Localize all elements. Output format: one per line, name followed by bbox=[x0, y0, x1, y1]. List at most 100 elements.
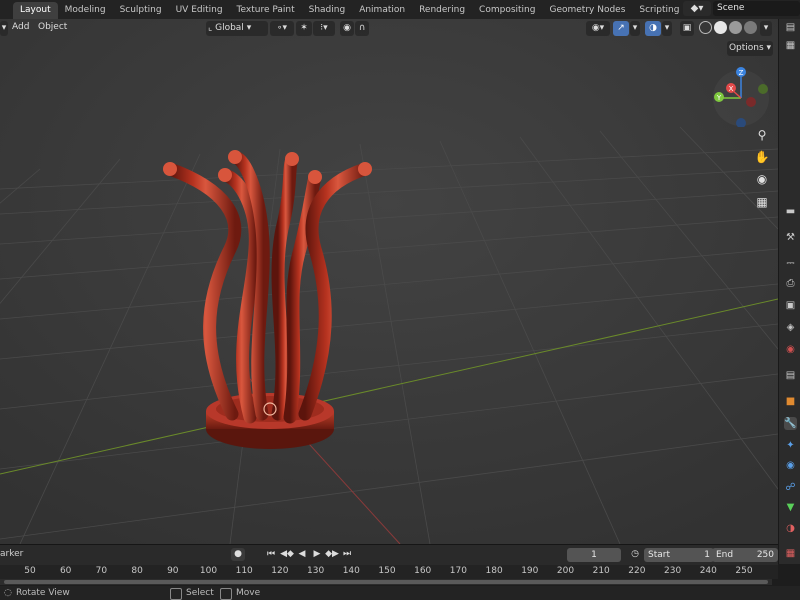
tab-scripting[interactable]: Scripting bbox=[632, 2, 686, 19]
xray-toggle-icon[interactable]: ▣ bbox=[680, 21, 694, 36]
pan-hand-icon[interactable]: ✋ bbox=[752, 147, 772, 167]
overlays-toggle-icon[interactable]: ◑ bbox=[645, 21, 661, 36]
falloff-icon[interactable]: ∩ bbox=[355, 21, 369, 36]
collection-properties-icon[interactable]: ▤ bbox=[784, 369, 797, 382]
ruler-tick-label: 220 bbox=[628, 566, 646, 576]
tab-sculpting[interactable]: Sculpting bbox=[113, 2, 169, 19]
chevron-down-icon: ▾ bbox=[246, 23, 252, 33]
object-properties-icon[interactable]: ■ bbox=[784, 395, 797, 408]
gizmo-x-label: X bbox=[729, 85, 734, 93]
tab-animation[interactable]: Animation bbox=[352, 2, 412, 19]
ruler-tick-label: 50 bbox=[24, 566, 36, 576]
add-menu[interactable]: Add bbox=[12, 22, 29, 32]
ruler-tick-label: 190 bbox=[521, 566, 539, 576]
scrollbar-thumb[interactable] bbox=[4, 580, 768, 584]
viewport-canvas bbox=[0, 19, 778, 544]
ruler-tick-label: 110 bbox=[235, 566, 253, 576]
start-frame-field[interactable]: Start 1 bbox=[644, 548, 714, 562]
tab-texture-paint[interactable]: Texture Paint bbox=[230, 2, 302, 19]
play-reverse-icon[interactable]: ◀ bbox=[295, 548, 309, 561]
ruler-tick-label: 250 bbox=[735, 566, 753, 576]
constraints-properties-icon[interactable]: ☍ bbox=[784, 481, 797, 494]
status-rotate-view: Rotate View bbox=[16, 588, 70, 598]
jump-keyframe-forward-icon[interactable]: ◆▶ bbox=[325, 548, 339, 561]
tool-properties-icon[interactable]: ⚒ bbox=[784, 231, 797, 244]
overlays-dropdown-icon[interactable]: ▾ bbox=[662, 21, 672, 36]
ruler-tick-label: 90 bbox=[167, 566, 179, 576]
play-icon[interactable]: ▶ bbox=[310, 548, 324, 561]
gizmo-toggle-icon[interactable]: ↗ bbox=[613, 21, 629, 36]
status-select: Select bbox=[186, 588, 214, 598]
tab-compositing[interactable]: Compositing bbox=[472, 2, 542, 19]
properties-header-icon[interactable]: ▬ bbox=[784, 205, 797, 218]
ruler-tick-label: 170 bbox=[449, 566, 467, 576]
pivot-point-dropdown[interactable]: ∘▾ bbox=[270, 21, 294, 36]
object-menu[interactable]: Object bbox=[38, 22, 67, 32]
render-properties-icon[interactable]: ⎓ bbox=[784, 257, 797, 270]
frame-ruler[interactable]: 50 60 70 80 90 100 110 120 130 140 150 160 170 180 190… bbox=[0, 565, 778, 579]
marker-menu[interactable]: arker bbox=[0, 549, 23, 559]
tab-geometry-nodes[interactable]: Geometry Nodes bbox=[542, 2, 632, 19]
world-properties-icon[interactable]: ◉ bbox=[784, 343, 797, 356]
ruler-tick-label: 200 bbox=[556, 566, 575, 576]
transform-orientation-dropdown[interactable]: ⌞ Global ▾ bbox=[206, 21, 268, 36]
gizmo-neg-x-axis[interactable] bbox=[746, 97, 756, 107]
perspective-grid-icon[interactable]: ▦ bbox=[752, 192, 772, 212]
material-properties-icon[interactable]: ◑ bbox=[784, 522, 797, 535]
outliner-toggle-icon[interactable]: ▦ bbox=[784, 39, 797, 52]
end-frame-field[interactable]: End 250 bbox=[712, 548, 778, 562]
jump-keyframe-back-icon[interactable]: ◀◆ bbox=[280, 548, 294, 561]
physics-properties-icon[interactable]: ◉ bbox=[784, 459, 797, 472]
scene-name-field[interactable]: Scene bbox=[713, 1, 800, 16]
tab-shading[interactable]: Shading bbox=[302, 2, 353, 19]
gizmo-dropdown-icon[interactable]: ▾ bbox=[630, 21, 640, 36]
output-properties-icon[interactable]: ⎙ bbox=[784, 277, 797, 290]
view-layer-properties-icon[interactable]: ▣ bbox=[784, 299, 797, 312]
snap-target-dropdown[interactable]: ⁝▾ bbox=[313, 21, 335, 36]
scene-selector[interactable]: ◆▾ Scene bbox=[683, 1, 800, 16]
outliner-filter-icon[interactable]: ▤ bbox=[784, 21, 797, 34]
tab-modeling[interactable]: Modeling bbox=[58, 2, 113, 19]
visibility-dropdown[interactable]: ◉▾ bbox=[586, 21, 610, 36]
data-properties-icon[interactable]: ▼ bbox=[784, 501, 797, 514]
material-shading-icon[interactable] bbox=[729, 21, 742, 34]
current-frame-field[interactable]: 1 bbox=[567, 548, 621, 562]
properties-tab-column: ▤ ▦ ▬ ⚒ ⎓ ⎙ ▣ ◈ ◉ ▤ ■ 🔧 ✦ ◉ ☍ ▼ ◑ ▦ bbox=[778, 19, 800, 564]
zoom-icon[interactable]: ⚲ bbox=[752, 125, 772, 145]
proportional-edit-icon[interactable]: ◉ bbox=[340, 21, 354, 36]
scene-properties-icon[interactable]: ◈ bbox=[784, 321, 797, 334]
ruler-tick-label: 120 bbox=[271, 566, 289, 576]
ruler-tick-label: 70 bbox=[95, 566, 108, 576]
ruler-tick-label: 60 bbox=[59, 566, 72, 576]
clock-icon[interactable]: ◷ bbox=[628, 548, 642, 561]
ruler-tick-label: 100 bbox=[199, 566, 218, 576]
shading-dropdown-icon[interactable]: ▾ bbox=[760, 21, 772, 36]
record-icon[interactable]: ● bbox=[231, 548, 245, 561]
ruler-tick-label: 130 bbox=[307, 566, 325, 576]
ruler-tick-label: 240 bbox=[699, 566, 717, 576]
mode-selector-edge[interactable]: ▾ bbox=[0, 21, 8, 36]
tab-rendering[interactable]: Rendering bbox=[412, 2, 472, 19]
modifier-properties-icon[interactable]: 🔧 bbox=[784, 417, 797, 430]
workspace-bar: Layout Modeling Sculpting UV Editing Tex… bbox=[0, 0, 800, 19]
3d-viewport[interactable]: ▾ Add Object ⌞ Global ▾ ∘▾ ✶ ⁝▾ ◉ ∩ ◉▾ ↗… bbox=[0, 19, 778, 544]
scene-icon[interactable]: ◆▾ bbox=[683, 1, 711, 16]
tab-layout[interactable]: Layout bbox=[13, 1, 58, 19]
camera-view-icon[interactable]: ◉ bbox=[752, 169, 772, 189]
tab-uv-editing[interactable]: UV Editing bbox=[169, 2, 230, 19]
gizmo-neg-y-axis[interactable] bbox=[758, 84, 768, 94]
wireframe-shading-icon[interactable] bbox=[699, 21, 712, 34]
rendered-shading-icon[interactable] bbox=[744, 21, 757, 34]
snap-toggle-icon[interactable]: ✶ bbox=[296, 21, 312, 36]
gizmo-y-label: Y bbox=[716, 94, 722, 102]
timeline-scrollbar[interactable] bbox=[0, 579, 772, 585]
particles-properties-icon[interactable]: ✦ bbox=[784, 439, 797, 452]
ruler-tick-label: 80 bbox=[131, 566, 143, 576]
options-dropdown[interactable]: Options ▾ bbox=[727, 41, 773, 56]
texture-properties-icon[interactable]: ▦ bbox=[784, 547, 797, 560]
navigation-gizmo[interactable]: Z Y X bbox=[710, 67, 772, 127]
solid-shading-icon[interactable] bbox=[714, 21, 727, 34]
jump-end-icon[interactable]: ⏭ bbox=[340, 548, 354, 561]
jump-start-icon[interactable]: ⏮ bbox=[264, 548, 278, 561]
gizmo-z-label: Z bbox=[739, 69, 744, 77]
